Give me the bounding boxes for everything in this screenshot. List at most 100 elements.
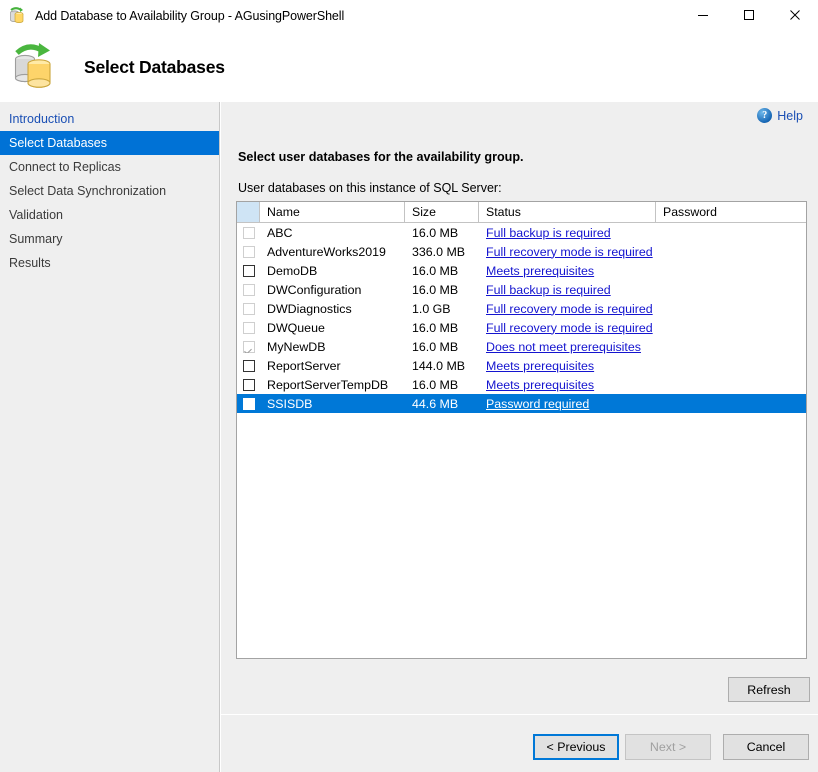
table-row[interactable]: AdventureWorks2019336.0 MBFull recovery … (237, 242, 806, 261)
panel-subheading: User databases on this instance of SQL S… (238, 181, 502, 195)
cell-size: 16.0 MB (405, 378, 479, 392)
table-row[interactable]: MyNewDB16.0 MB Does not meet prerequisite… (237, 337, 806, 356)
minimize-button[interactable] (680, 0, 726, 32)
status-link[interactable]: Meets prerequisites (486, 264, 594, 278)
cell-status: Password required (479, 397, 656, 411)
table-row[interactable]: DWDiagnostics1.0 GB Full recovery mode is… (237, 299, 806, 318)
status-link[interactable]: Meets prerequisites (486, 378, 594, 392)
cell-name: DWDiagnostics (260, 302, 405, 316)
table-row[interactable]: SSISDB44.6 MB Password required (237, 394, 806, 413)
main-panel: ? Help Select user databases for the ava… (221, 102, 818, 772)
cancel-button[interactable]: Cancel (723, 734, 809, 760)
cell-size: 16.0 MB (405, 340, 479, 354)
row-checkbox-cell[interactable] (237, 360, 260, 372)
cell-status: Full recovery mode is required (479, 302, 656, 316)
maximize-button[interactable] (726, 0, 772, 32)
checkbox-icon[interactable] (243, 322, 255, 334)
cell-name: SSISDB (260, 397, 405, 411)
cell-size: 16.0 MB (405, 321, 479, 335)
sidebar-item-introduction[interactable]: Introduction (0, 107, 219, 131)
status-link[interactable]: Password required (486, 397, 589, 411)
cell-size: 16.0 MB (405, 264, 479, 278)
close-button[interactable] (772, 0, 818, 32)
wizard-sidebar: Introduction Select Databases Connect to… (0, 102, 220, 772)
table-row[interactable]: DWConfiguration16.0 MB Full backup is req… (237, 280, 806, 299)
column-header-name[interactable]: Name (260, 202, 405, 222)
database-wizard-icon (7, 6, 27, 26)
cell-size: 1.0 GB (405, 302, 479, 316)
sidebar-item-summary[interactable]: Summary (0, 227, 219, 251)
cell-status: Meets prerequisites (479, 264, 656, 278)
cell-status: Full recovery mode is required (479, 321, 656, 335)
databases-grid[interactable]: Name Size Status Password ABC16.0 MBFull… (236, 201, 807, 659)
table-row[interactable]: DemoDB16.0 MB Meets prerequisites (237, 261, 806, 280)
window-controls (680, 0, 818, 32)
row-checkbox-cell[interactable] (237, 265, 260, 277)
checkbox-icon[interactable] (243, 360, 255, 372)
row-checkbox-cell[interactable] (237, 227, 260, 239)
row-checkbox-cell[interactable] (237, 341, 260, 353)
row-checkbox-cell[interactable] (237, 284, 260, 296)
status-link[interactable]: Meets prerequisites (486, 359, 594, 373)
status-link[interactable]: Full recovery mode is required (486, 321, 653, 335)
checkbox-icon[interactable] (243, 398, 255, 410)
checkbox-icon[interactable] (243, 303, 255, 315)
checkbox-icon[interactable] (243, 379, 255, 391)
checkbox-icon[interactable] (243, 246, 255, 258)
column-header-size[interactable]: Size (405, 202, 479, 222)
status-link[interactable]: Full recovery mode is required (486, 245, 653, 259)
sidebar-item-validation[interactable]: Validation (0, 203, 219, 227)
status-link[interactable]: Full backup is required (486, 226, 611, 240)
footer-divider (221, 714, 818, 715)
status-link[interactable]: Does not meet prerequisites (486, 340, 641, 354)
status-link[interactable]: Full recovery mode is required (486, 302, 653, 316)
checkbox-icon[interactable] (243, 265, 255, 277)
row-checkbox-cell[interactable] (237, 303, 260, 315)
cell-status: Full backup is required (479, 226, 656, 240)
cell-name: DWQueue (260, 321, 405, 335)
row-checkbox-cell[interactable] (237, 398, 260, 410)
checkbox-icon[interactable] (243, 341, 255, 353)
column-header-password[interactable]: Password (656, 202, 806, 222)
row-checkbox-cell[interactable] (237, 322, 260, 334)
cell-name: DemoDB (260, 264, 405, 278)
page-title: Select Databases (84, 57, 225, 78)
table-row[interactable]: ReportServer144.0 MBMeets prerequisites (237, 356, 806, 375)
wizard-footer: < Previous Next > Cancel (221, 734, 818, 760)
table-row[interactable]: ReportServerTempDB16.0 MB Meets prerequis… (237, 375, 806, 394)
cell-name: DWConfiguration (260, 283, 405, 297)
status-link[interactable]: Full backup is required (486, 283, 611, 297)
checkbox-icon[interactable] (243, 227, 255, 239)
maximize-icon (743, 9, 755, 24)
row-checkbox-cell[interactable] (237, 246, 260, 258)
table-row[interactable]: ABC16.0 MB Full backup is required (237, 223, 806, 242)
page-header: Select Databases (0, 32, 818, 102)
help-link[interactable]: ? Help (757, 108, 803, 123)
cell-name: ABC (260, 226, 405, 240)
sidebar-item-select-data-synchronization[interactable]: Select Data Synchronization (0, 179, 219, 203)
column-header-checkbox[interactable] (237, 202, 260, 222)
replicate-databases-icon (8, 41, 64, 93)
column-header-status[interactable]: Status (479, 202, 656, 222)
sidebar-item-results[interactable]: Results (0, 251, 219, 275)
sidebar-item-connect-to-replicas[interactable]: Connect to Replicas (0, 155, 219, 179)
cell-size: 44.6 MB (405, 397, 479, 411)
help-label: Help (777, 109, 803, 123)
cell-status: Full recovery mode is required (479, 245, 656, 259)
sidebar-item-select-databases[interactable]: Select Databases (0, 131, 219, 155)
cell-name: ReportServerTempDB (260, 378, 405, 392)
cell-size: 336.0 MB (405, 245, 479, 259)
close-icon (789, 9, 801, 24)
panel-heading: Select user databases for the availabili… (238, 150, 524, 164)
row-checkbox-cell[interactable] (237, 379, 260, 391)
window-title: Add Database to Availability Group - AGu… (35, 9, 344, 23)
cell-status: Meets prerequisites (479, 378, 656, 392)
refresh-button[interactable]: Refresh (728, 677, 810, 702)
checkbox-icon[interactable] (243, 284, 255, 296)
table-row[interactable]: DWQueue16.0 MB Full recovery mode is requ… (237, 318, 806, 337)
cell-name: MyNewDB (260, 340, 405, 354)
cell-size: 16.0 MB (405, 283, 479, 297)
cell-status: Full backup is required (479, 283, 656, 297)
previous-button[interactable]: < Previous (533, 734, 619, 760)
cell-size: 16.0 MB (405, 226, 479, 240)
